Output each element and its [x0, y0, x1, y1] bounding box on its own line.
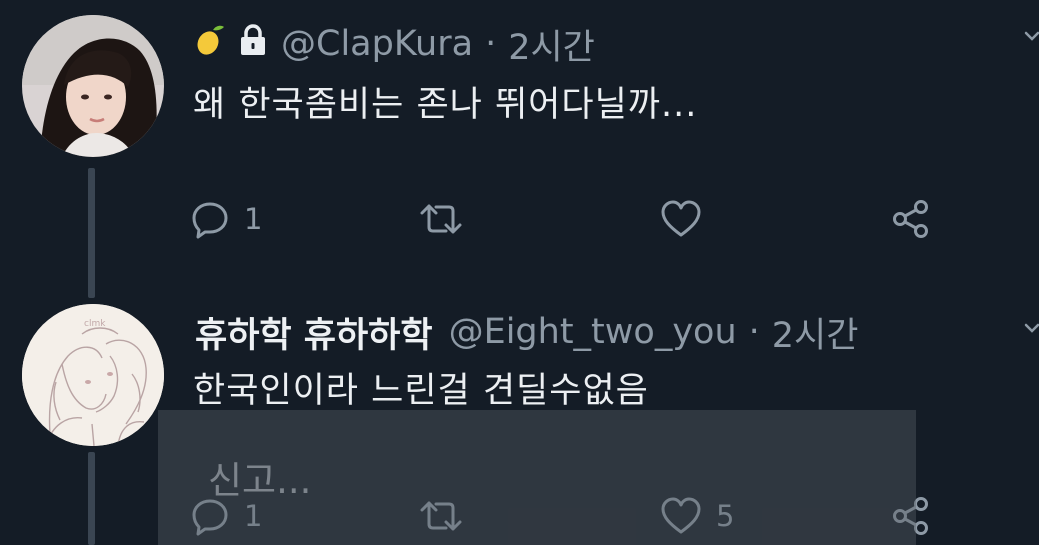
like-button[interactable]: [660, 195, 702, 243]
display-name[interactable]: 휴하학 휴하하학: [195, 307, 433, 358]
separator-dot: ·: [485, 24, 497, 64]
user-handle[interactable]: @Eight_two_you: [449, 312, 737, 352]
separator-dot: ·: [748, 312, 760, 352]
thread-line: [88, 452, 95, 545]
share-icon: [893, 200, 928, 238]
retweet-button[interactable]: [418, 195, 464, 243]
report-label: 신고...: [208, 459, 312, 502]
lemon-icon: [195, 24, 225, 65]
chevron-down-icon[interactable]: [1022, 26, 1039, 46]
avatar[interactable]: [22, 15, 164, 157]
user-handle[interactable]: @ClapKura: [281, 24, 473, 64]
avatar-portrait-image: [22, 15, 164, 157]
tweet-header: 휴하학 휴하하학 @Eight_two_you · 2시간: [195, 310, 858, 356]
share-button[interactable]: [890, 195, 932, 243]
action-bar: 1: [190, 195, 950, 243]
heart-icon: [661, 200, 701, 237]
retweet-icon: [420, 204, 462, 234]
signature-scribble: clmk: [84, 319, 106, 329]
report-overlay[interactable]: 신고...: [158, 410, 916, 545]
tweet-text: 왜 한국좀비는 존나 뛰어다닐까...: [193, 85, 698, 125]
reply-count: 1: [244, 202, 263, 236]
tweet-header: @ClapKura · 2시간: [195, 22, 595, 68]
tweet-text: 한국인이라 느린걸 견딜수없음: [193, 371, 649, 411]
reply-icon: [192, 202, 228, 239]
thread-line: [88, 168, 95, 298]
lock-icon: [239, 23, 267, 65]
timestamp[interactable]: 2시간: [772, 307, 859, 358]
avatar[interactable]: clmk: [22, 304, 164, 446]
tweet: @ClapKura · 2시간 왜 한국좀비는 존나 뛰어다닐까... 1: [0, 0, 1039, 298]
reply-button[interactable]: 1: [190, 195, 262, 243]
avatar-sketch-image: clmk: [22, 304, 164, 446]
timestamp[interactable]: 2시간: [508, 19, 595, 70]
chevron-down-icon[interactable]: [1022, 318, 1039, 338]
